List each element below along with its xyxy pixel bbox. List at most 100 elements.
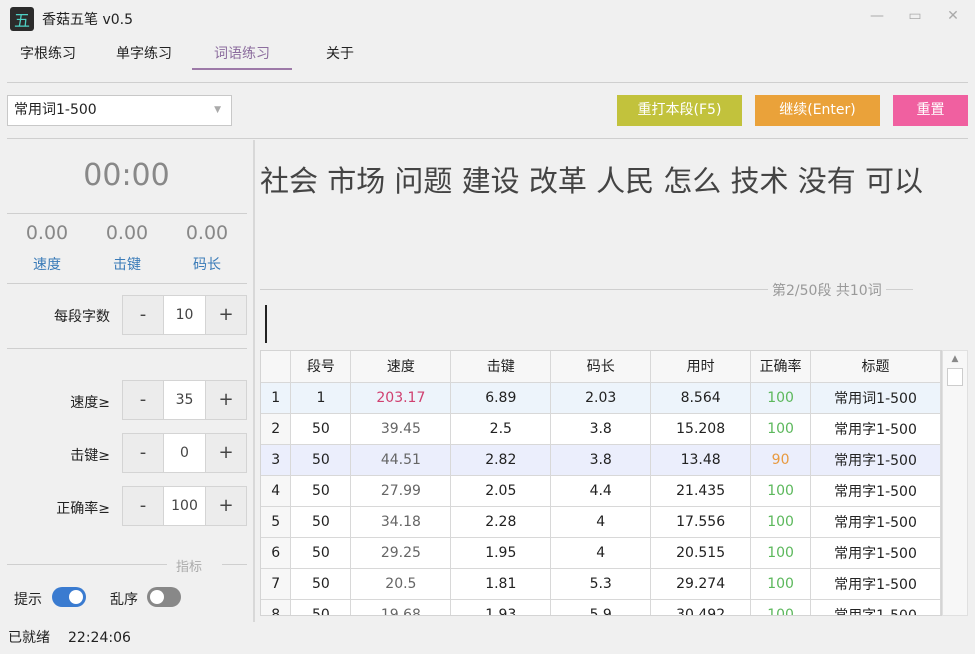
decrement-button[interactable]: - [123, 381, 163, 419]
row-index: 4 [261, 475, 292, 507]
accuracy-cell: 100 [750, 475, 812, 507]
time-cell: 8.564 [650, 382, 752, 414]
code-length-cell: 5.9 [550, 599, 652, 615]
segment-cell: 50 [290, 506, 352, 538]
keystroke-threshold-value[interactable]: 0 [163, 434, 206, 472]
hint-toggle[interactable] [52, 587, 86, 607]
title-cell: 常用字1-500 [810, 568, 941, 600]
speed-threshold-stepper: - 35 + [122, 380, 247, 420]
accuracy-cell: 100 [750, 382, 812, 414]
per-segment-value[interactable]: 10 [163, 296, 206, 334]
hint-toggle-label: 提示 [14, 592, 42, 608]
accuracy-threshold-value[interactable]: 100 [163, 487, 206, 525]
tab-radical-practice[interactable]: 字根练习 [0, 38, 96, 70]
keystroke-cell: 1.93 [450, 599, 552, 615]
title-cell: 常用字1-500 [810, 413, 941, 445]
speed-label: 速度 [33, 257, 61, 273]
app-title: 香菇五笔 v0.5 [42, 12, 133, 28]
code-length-value: 0.00 [185, 222, 229, 244]
tab-about[interactable]: 关于 [292, 38, 374, 70]
time-cell: 15.208 [650, 413, 752, 445]
tab-word-practice[interactable]: 词语练习 [192, 38, 292, 70]
status-clock: 22:24:06 [68, 630, 131, 646]
retype-segment-button[interactable]: 重打本段(F5) [617, 95, 742, 126]
row-index: 7 [261, 568, 292, 600]
accuracy-cell: 100 [750, 506, 812, 538]
close-icon[interactable]: ✕ [941, 6, 965, 26]
app-icon: 五 [10, 7, 34, 31]
reset-button[interactable]: 重置 [893, 95, 968, 126]
decrement-button[interactable]: - [123, 296, 163, 334]
row-index: 8 [261, 599, 292, 615]
keystroke-threshold-label: 击键≥ [70, 448, 110, 464]
column-header-title[interactable]: 标题 [810, 351, 941, 383]
column-header-segment[interactable]: 段号 [290, 351, 352, 383]
increment-button[interactable]: + [206, 296, 246, 334]
segment-cell: 50 [290, 599, 352, 615]
status-bar: 已就绪 22:24:06 [0, 622, 975, 654]
table-row[interactable]: 7 50 20.5 1.81 5.3 29.274 100 常用字1-500 [261, 568, 941, 600]
table-row[interactable]: 8 50 19.68 1.93 5.9 30.492 100 常用字1-500 [261, 599, 941, 615]
decrement-button[interactable]: - [123, 487, 163, 525]
column-header-index[interactable] [261, 351, 292, 383]
speed-value: 0.00 [25, 222, 69, 244]
dictionary-select[interactable]: 常用词1-500 ▼ [7, 95, 232, 126]
keystroke-value: 0.00 [105, 222, 149, 244]
increment-button[interactable]: + [206, 487, 246, 525]
row-index: 1 [261, 382, 292, 414]
time-cell: 13.48 [650, 444, 752, 476]
chevron-down-icon: ▼ [214, 105, 221, 115]
keystroke-cell: 2.5 [450, 413, 552, 445]
accuracy-cell: 100 [750, 537, 812, 569]
code-length-cell: 5.3 [550, 568, 652, 600]
title-cell: 常用字1-500 [810, 444, 941, 476]
title-cell: 常用字1-500 [810, 475, 941, 507]
tab-char-practice[interactable]: 单字练习 [96, 38, 192, 70]
segment-cell: 50 [290, 413, 352, 445]
accuracy-cell: 90 [750, 444, 812, 476]
increment-button[interactable]: + [206, 434, 246, 472]
time-cell: 20.515 [650, 537, 752, 569]
continue-button[interactable]: 继续(Enter) [755, 95, 880, 126]
row-index: 2 [261, 413, 292, 445]
shuffle-toggle[interactable] [147, 587, 181, 607]
speed-threshold-value[interactable]: 35 [163, 381, 206, 419]
table-row[interactable]: 4 50 27.99 2.05 4.4 21.435 100 常用字1-500 [261, 475, 941, 507]
speed-cell: 39.45 [350, 413, 452, 445]
maximize-icon[interactable]: ▭ [903, 6, 927, 26]
window-controls: — ▭ ✕ [865, 6, 965, 26]
column-header-keystroke[interactable]: 击键 [450, 351, 552, 383]
time-cell: 30.492 [650, 599, 752, 615]
keystroke-cell: 1.95 [450, 537, 552, 569]
code-length-cell: 4 [550, 506, 652, 538]
table-row[interactable]: 6 50 29.25 1.95 4 20.515 100 常用字1-500 [261, 537, 941, 569]
column-header-code-length[interactable]: 码长 [550, 351, 652, 383]
code-length-cell: 4.4 [550, 475, 652, 507]
settings-divider [7, 348, 247, 349]
column-header-time[interactable]: 用时 [650, 351, 752, 383]
row-index: 3 [261, 444, 292, 476]
speed-cell: 34.18 [350, 506, 452, 538]
table-row[interactable]: 2 50 39.45 2.5 3.8 15.208 100 常用字1-500 [261, 413, 941, 445]
table-row[interactable]: 5 50 34.18 2.28 4 17.556 100 常用字1-500 [261, 506, 941, 538]
decrement-button[interactable]: - [123, 434, 163, 472]
table-row[interactable]: 1 1 203.17 6.89 2.03 8.564 100 常用词1-500 [261, 382, 941, 414]
table-header-row: 段号 速度 击键 码长 用时 正确率 标题 [261, 351, 941, 383]
minimize-icon[interactable]: — [865, 6, 889, 26]
column-header-accuracy[interactable]: 正确率 [750, 351, 812, 383]
title-cell: 常用字1-500 [810, 537, 941, 569]
column-header-speed[interactable]: 速度 [350, 351, 452, 383]
stats-divider [7, 283, 247, 284]
accuracy-cell: 100 [750, 568, 812, 600]
increment-button[interactable]: + [206, 381, 246, 419]
time-cell: 17.556 [650, 506, 752, 538]
menu-divider [7, 82, 968, 83]
scroll-up-icon[interactable]: ▲ [943, 354, 967, 364]
scrollbar-thumb[interactable] [947, 368, 963, 386]
table-scrollbar[interactable]: ▲ [942, 350, 968, 616]
code-length-label: 码长 [193, 257, 221, 273]
speed-cell: 44.51 [350, 444, 452, 476]
accuracy-threshold-stepper: - 100 + [122, 486, 247, 526]
typing-input[interactable] [265, 305, 267, 343]
table-row[interactable]: 3 50 44.51 2.82 3.8 13.48 90 常用字1-500 [261, 444, 941, 476]
